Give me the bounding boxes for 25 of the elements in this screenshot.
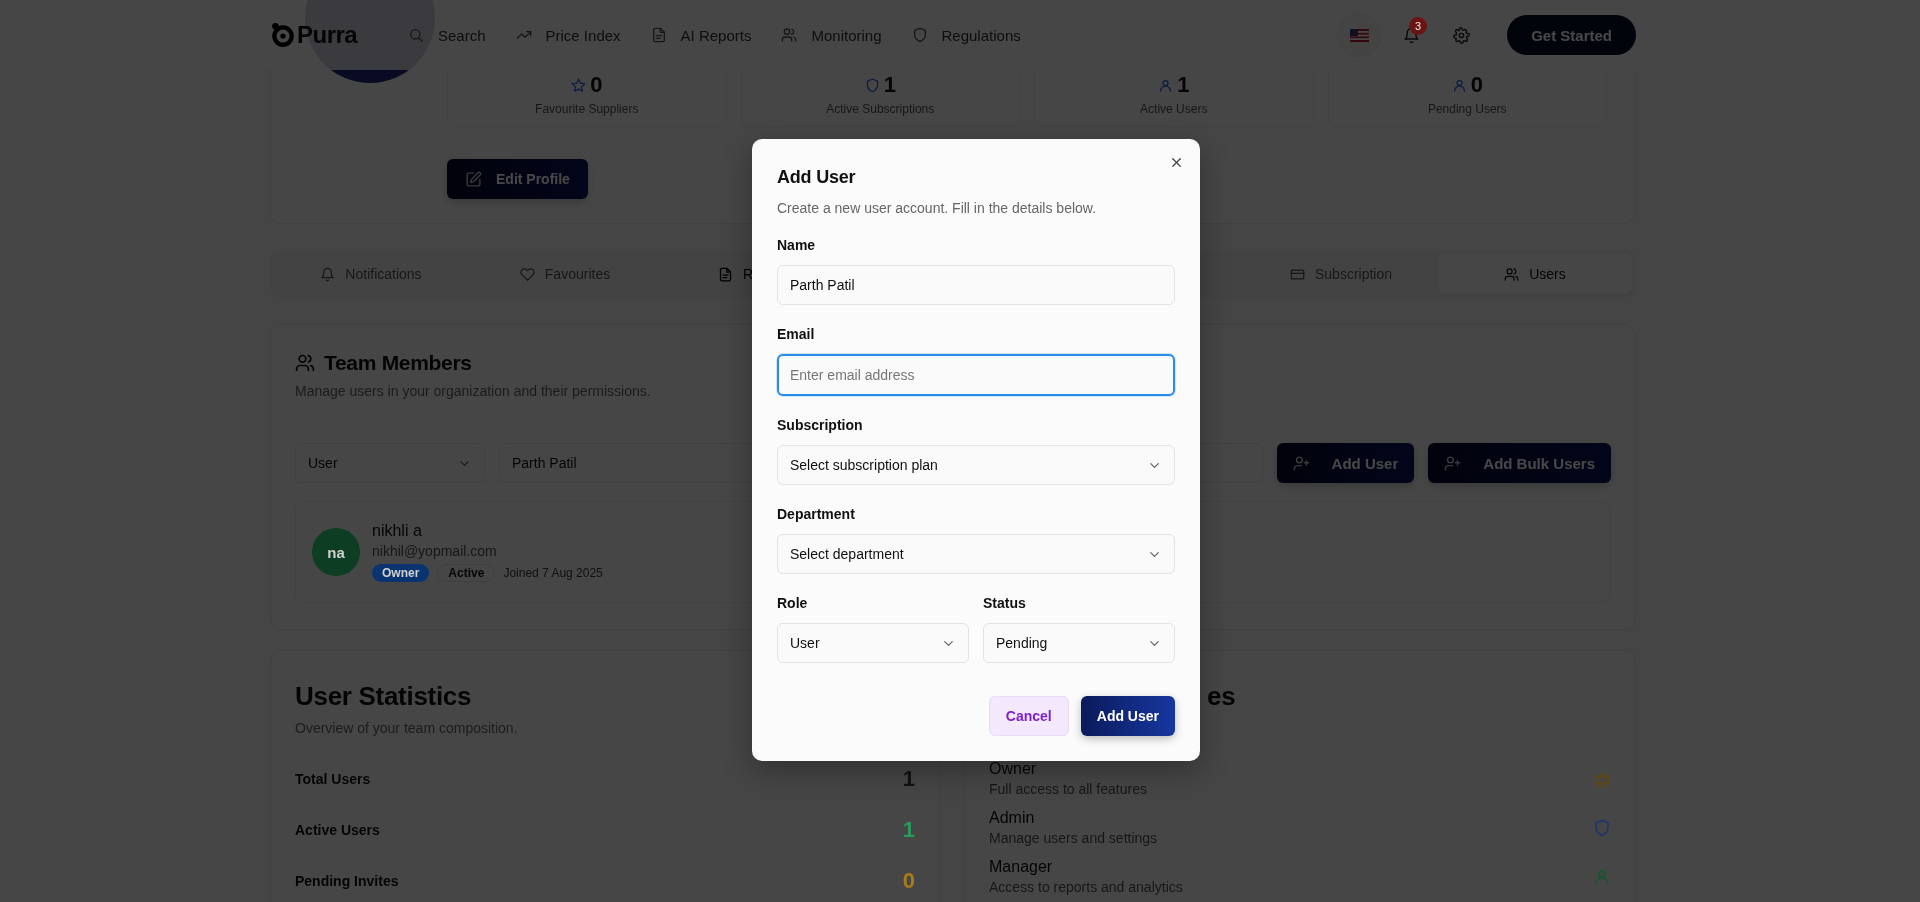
statistic-value: 0 [902,868,915,894]
stat-value: 1 [883,72,896,98]
role-name: Owner [989,760,1038,778]
dialog-description: Create a new user account. Fill in the details below. [777,200,1098,216]
dialog-title: Add User [777,167,857,188]
stat-value: 0 [1470,72,1483,98]
field-label: Name [777,237,817,253]
section-title: es [1207,681,1236,712]
section-title: Team Members [324,351,472,375]
statistic-label: Pending Invites [295,873,399,889]
stat-value: 0 [590,72,603,98]
statistic-label: Total Users [295,771,371,787]
section-title: User Statistics [295,681,473,712]
statistic-value: 1 [902,817,915,843]
field-label: Role [777,595,809,611]
role-badge: Owner [372,564,430,582]
role-name: Manager [989,858,1054,876]
field-label: Department [777,506,856,522]
statistic-label: Active Users [295,822,380,838]
field-label: Subscription [777,417,864,433]
member-name: nikhli a [372,522,423,540]
field-label: Status [983,595,1027,611]
field-label: Email [777,326,816,342]
role-name: Admin [989,809,1036,827]
stat-value: 1 [1177,72,1190,98]
